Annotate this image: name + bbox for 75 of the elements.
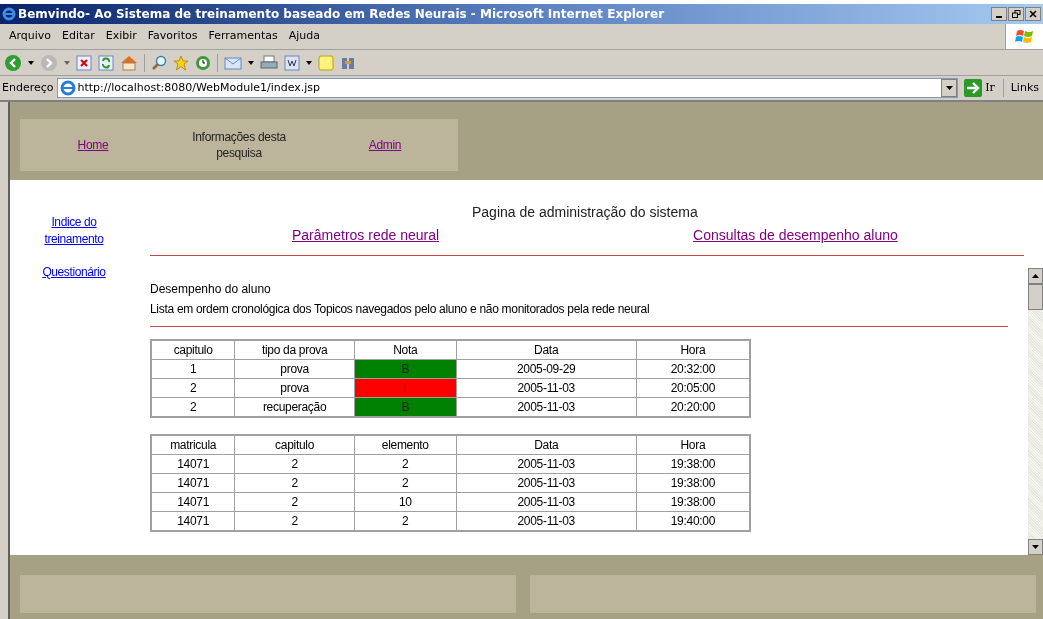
mail-icon[interactable] bbox=[224, 54, 242, 71]
page-title: Pagina de administração do sistema bbox=[471, 203, 699, 222]
printer-icon[interactable] bbox=[260, 54, 278, 71]
table-cell: prova bbox=[234, 378, 355, 398]
up-arrow-icon bbox=[1032, 274, 1039, 278]
column-header: elemento bbox=[354, 435, 457, 455]
sidebar-link[interactable]: Questionário bbox=[34, 264, 114, 281]
restore-button[interactable] bbox=[1008, 7, 1024, 21]
table-cell: 14071 bbox=[151, 454, 235, 474]
table-cell: 2 bbox=[234, 473, 355, 493]
caret-icon bbox=[945, 86, 953, 90]
menu-item[interactable]: Favoritos bbox=[142, 28, 203, 45]
caret-icon[interactable] bbox=[28, 60, 34, 65]
table-cell: 2005-11-03 bbox=[456, 473, 637, 493]
section-link[interactable]: Parâmetros rede neural bbox=[292, 225, 440, 246]
menu-item[interactable]: Ajuda bbox=[283, 28, 326, 45]
table-cell: prova bbox=[234, 359, 355, 379]
nav-link[interactable]: Home bbox=[77, 136, 109, 154]
caret-icon[interactable] bbox=[248, 60, 254, 65]
section-link[interactable]: Consultas de desempenho aluno bbox=[693, 225, 898, 246]
address-label: Endereço bbox=[2, 79, 54, 96]
down-arrow-icon bbox=[1032, 545, 1039, 549]
search-icon[interactable] bbox=[151, 54, 167, 71]
menu-item[interactable]: Editar bbox=[57, 28, 100, 45]
home-icon[interactable] bbox=[120, 54, 138, 71]
column-header: matricula bbox=[151, 435, 235, 455]
menu-item[interactable]: Arquivo bbox=[4, 28, 57, 45]
column-header: capitulo bbox=[151, 340, 235, 360]
go-button[interactable]: Ir bbox=[961, 79, 1004, 97]
page-icon bbox=[59, 80, 76, 96]
windows-flag-icon bbox=[1014, 27, 1035, 46]
table-cell: 2 bbox=[234, 492, 355, 512]
table-cell: 2 bbox=[151, 378, 235, 398]
dropdown-button[interactable] bbox=[941, 79, 958, 97]
scroll-up-button[interactable] bbox=[1028, 268, 1043, 284]
minimize-button[interactable] bbox=[991, 7, 1007, 21]
star-icon[interactable] bbox=[173, 54, 189, 71]
menu-item[interactable]: Ferramentas bbox=[203, 28, 283, 45]
table-cell: 2005-11-03 bbox=[456, 378, 637, 398]
close-icon bbox=[1029, 10, 1037, 18]
table-cell: 2 bbox=[234, 454, 355, 474]
table-cell: 2005-11-03 bbox=[456, 454, 637, 474]
refresh-icon[interactable] bbox=[98, 54, 114, 71]
scroll-down-button[interactable] bbox=[1028, 539, 1043, 555]
table-cell: 2005-09-29 bbox=[456, 359, 637, 379]
document-icon[interactable] bbox=[284, 54, 300, 71]
table-cell: 2 bbox=[354, 473, 457, 493]
nav-text: Informações desta pesquisa bbox=[191, 129, 287, 161]
close-button[interactable] bbox=[1025, 7, 1041, 21]
column-header: Data bbox=[456, 340, 637, 360]
column-header: Nota bbox=[354, 340, 457, 360]
table-cell: 10 bbox=[354, 492, 457, 512]
table-cell: 2005-11-03 bbox=[456, 492, 637, 512]
scrollbar[interactable] bbox=[1028, 268, 1043, 555]
section-description: Lista em ordem cronológica dos Topicos navegados pelo aluno e não monitorados pela rede neural bbox=[150, 301, 651, 318]
links-button[interactable]: Links bbox=[1006, 79, 1043, 97]
browser-icon bbox=[2, 7, 16, 21]
table-cell: 14071 bbox=[151, 492, 235, 512]
stop-icon[interactable] bbox=[76, 54, 92, 71]
sidebar-link[interactable]: Indice do treinamento bbox=[34, 214, 114, 248]
window-title: Bemvindo- Ao Sistema de treinamento baseado em Redes Neurais - Microsoft Internet Explorer bbox=[18, 6, 665, 23]
column-header: capitulo bbox=[234, 435, 355, 455]
table-cell: 1 bbox=[151, 359, 235, 379]
scroll-thumb[interactable] bbox=[1028, 284, 1043, 310]
column-header: tipo da prova bbox=[234, 340, 355, 360]
address-field[interactable]: http://localhost:8080/WebModule1/index.jsp bbox=[56, 78, 959, 98]
clock-icon[interactable] bbox=[195, 54, 211, 71]
menu-item[interactable]: Exibir bbox=[100, 28, 142, 45]
section-heading: Desempenho do aluno bbox=[150, 281, 272, 298]
column-header: Data bbox=[456, 435, 637, 455]
table-cell: 2 bbox=[354, 454, 457, 474]
restore-icon bbox=[1011, 10, 1021, 18]
caret-icon[interactable] bbox=[306, 60, 312, 65]
nav-link[interactable]: Admin bbox=[368, 136, 402, 154]
table-cell: 14071 bbox=[151, 473, 235, 493]
